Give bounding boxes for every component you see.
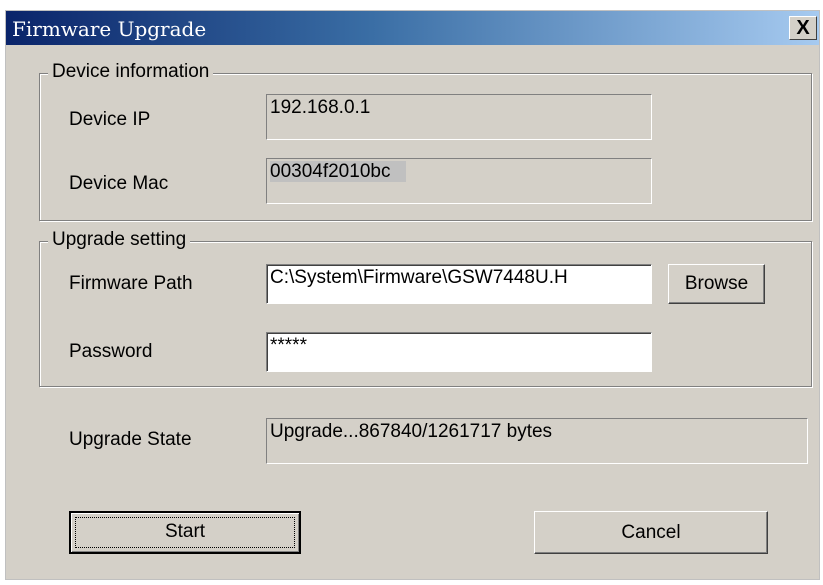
upgrade-setting-legend: Upgrade setting [48, 229, 191, 251]
browse-button-label: Browse [684, 273, 749, 294]
title-bar[interactable]: Firmware Upgrade X [6, 11, 819, 45]
close-button[interactable]: X [789, 16, 817, 40]
device-ip-label: Device IP [69, 109, 151, 130]
firmware-path-value: C:\System\Firmware\GSW7448U.H [270, 267, 568, 288]
password-label: Password [69, 341, 153, 362]
upgrade-state-field: Upgrade...867840/1261717 bytes [266, 418, 808, 464]
device-mac-field: 00304f2010bc [266, 158, 652, 204]
firmware-upgrade-dialog: Firmware Upgrade X Device information De… [5, 10, 820, 580]
cancel-button[interactable]: Cancel [534, 511, 768, 554]
firmware-path-label: Firmware Path [69, 273, 193, 294]
browse-button[interactable]: Browse [668, 264, 765, 304]
device-mac-label: Device Mac [69, 173, 169, 194]
start-button[interactable]: Start [69, 511, 301, 554]
upgrade-state-value: Upgrade...867840/1261717 bytes [270, 421, 553, 442]
device-ip-field: 192.168.0.1 [266, 94, 652, 140]
close-icon: X [796, 17, 810, 39]
password-value: ***** [270, 335, 307, 356]
window-title: Firmware Upgrade [12, 17, 207, 41]
password-input[interactable]: ***** [266, 332, 652, 372]
device-ip-value: 192.168.0.1 [270, 97, 371, 118]
firmware-path-input[interactable]: C:\System\Firmware\GSW7448U.H [266, 264, 652, 304]
device-mac-value: 00304f2010bc [270, 161, 407, 182]
upgrade-state-label: Upgrade State [69, 429, 192, 450]
device-information-legend: Device information [48, 61, 214, 83]
focus-rectangle [75, 517, 295, 548]
cancel-button-label: Cancel [621, 522, 681, 543]
